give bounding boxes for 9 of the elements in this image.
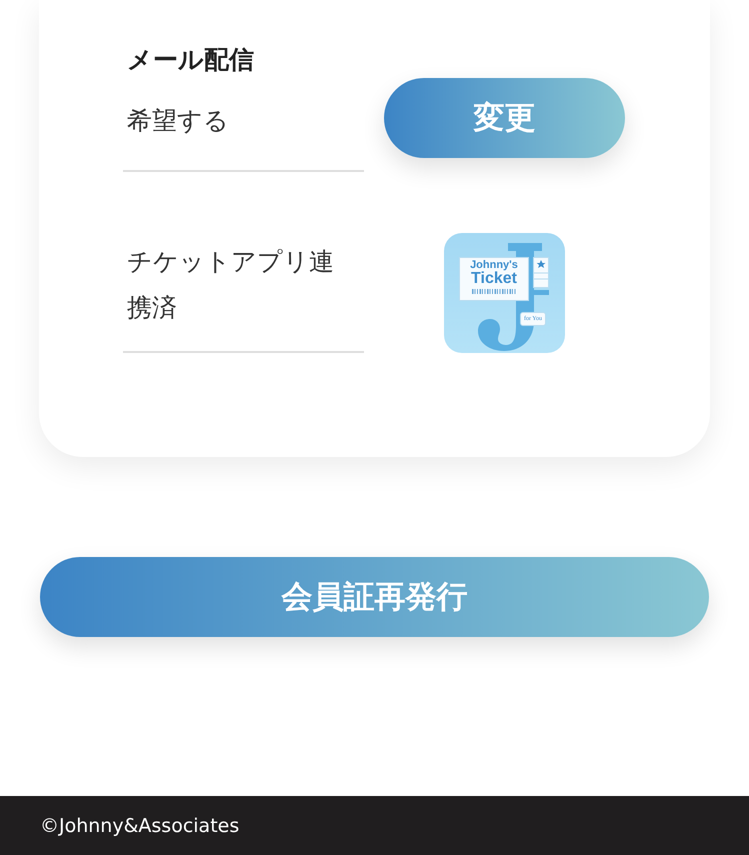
app-logo-text: Johnny's — [470, 260, 518, 271]
change-button[interactable]: 変更 — [384, 78, 625, 158]
app-logo-text: Ticket — [471, 271, 517, 287]
copyright-text: ©Johnny&Associates — [40, 814, 240, 836]
barcode-icon — [472, 289, 516, 294]
setting-value: チケットアプリ連携済 — [127, 246, 335, 324]
setting-value: 希望する — [127, 105, 230, 137]
reissue-card-button[interactable]: 会員証再発行 — [40, 557, 709, 637]
setting-title: メール配信 — [127, 44, 255, 76]
